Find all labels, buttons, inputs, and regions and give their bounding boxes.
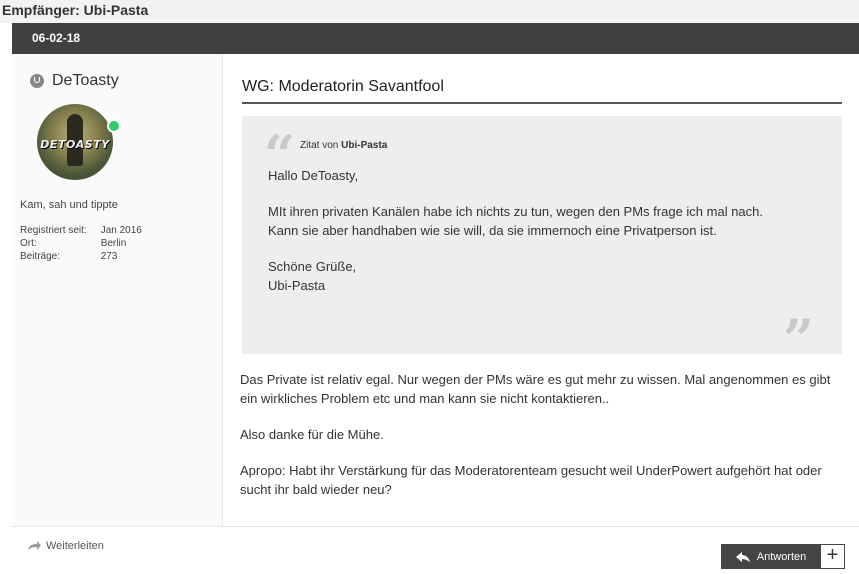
author-row: DeToasty bbox=[30, 72, 119, 90]
message-date: 06-02-18 bbox=[32, 31, 81, 45]
forward-icon bbox=[28, 541, 41, 550]
reply-icon bbox=[735, 551, 750, 562]
author-name[interactable]: DeToasty bbox=[52, 72, 119, 90]
add-button[interactable]: + bbox=[820, 544, 845, 569]
avatar[interactable]: DETOASTY bbox=[37, 104, 113, 180]
user-info: Registriert seit: Jan 2016 Ort: Berlin B… bbox=[20, 224, 142, 263]
user-title: Kam, sah und tippte bbox=[20, 199, 118, 211]
message-container: DeToasty DETOASTY Kam, sah und tippte Re… bbox=[12, 54, 859, 574]
info-key: Ort: bbox=[20, 238, 37, 249]
recipient-header: Empfänger: Ubi-Pasta bbox=[0, 0, 859, 23]
info-row-location: Ort: Berlin bbox=[20, 237, 142, 250]
quote-line: Schöne Grüße, Ubi-Pasta bbox=[268, 259, 357, 293]
user-status-icon bbox=[30, 74, 44, 88]
quote-body: Hallo DeToasty, MIt ihren privaten Kanäl… bbox=[268, 166, 828, 312]
quote-line: MIt ihren privaten Kanälen habe ich nich… bbox=[268, 204, 764, 238]
message-date-bar: 06-02-18 bbox=[12, 23, 859, 54]
info-key: Beiträge: bbox=[20, 251, 61, 262]
forward-link[interactable]: Weiterleiten bbox=[26, 540, 104, 552]
info-value: Berlin bbox=[100, 238, 127, 249]
body-paragraph: Also danke für die Mühe. bbox=[240, 427, 384, 442]
message-footer: Weiterleiten Antworten + bbox=[12, 526, 859, 574]
body-paragraph: Apropo: Habt ihr Verstärkung für das Mod… bbox=[240, 463, 822, 497]
quote-prefix: Zitat von bbox=[300, 140, 339, 151]
quote-header: Zitat von Ubi-Pasta bbox=[300, 140, 387, 151]
info-row-registered: Registriert seit: Jan 2016 bbox=[20, 224, 142, 237]
quote-line: Hallo DeToasty, bbox=[268, 168, 359, 183]
body-paragraph: Das Private ist relativ egal. Nur wegen … bbox=[240, 372, 831, 406]
info-value: Jan 2016 bbox=[100, 225, 142, 236]
quote-author[interactable]: Ubi-Pasta bbox=[341, 140, 387, 151]
forward-label: Weiterleiten bbox=[46, 540, 104, 552]
info-key: Registriert seit: bbox=[20, 225, 87, 236]
info-value: 273 bbox=[100, 251, 118, 262]
info-row-posts: Beiträge: 273 bbox=[20, 250, 142, 263]
reply-label: Antworten bbox=[756, 550, 807, 563]
avatar-text: DETOASTY bbox=[40, 138, 110, 151]
quote-close-icon: ” bbox=[782, 307, 814, 371]
message-body: Das Private ist relativ egal. Nur wegen … bbox=[240, 370, 850, 516]
author-sidebar: DeToasty DETOASTY Kam, sah und tippte Re… bbox=[12, 54, 223, 526]
message-subject: WG: Moderatorin Savantfool bbox=[242, 78, 842, 104]
reply-button[interactable]: Antworten bbox=[721, 544, 821, 569]
online-status-dot bbox=[107, 119, 121, 133]
quote-block: “ Zitat von Ubi-Pasta Hallo DeToasty, MI… bbox=[242, 116, 842, 366]
